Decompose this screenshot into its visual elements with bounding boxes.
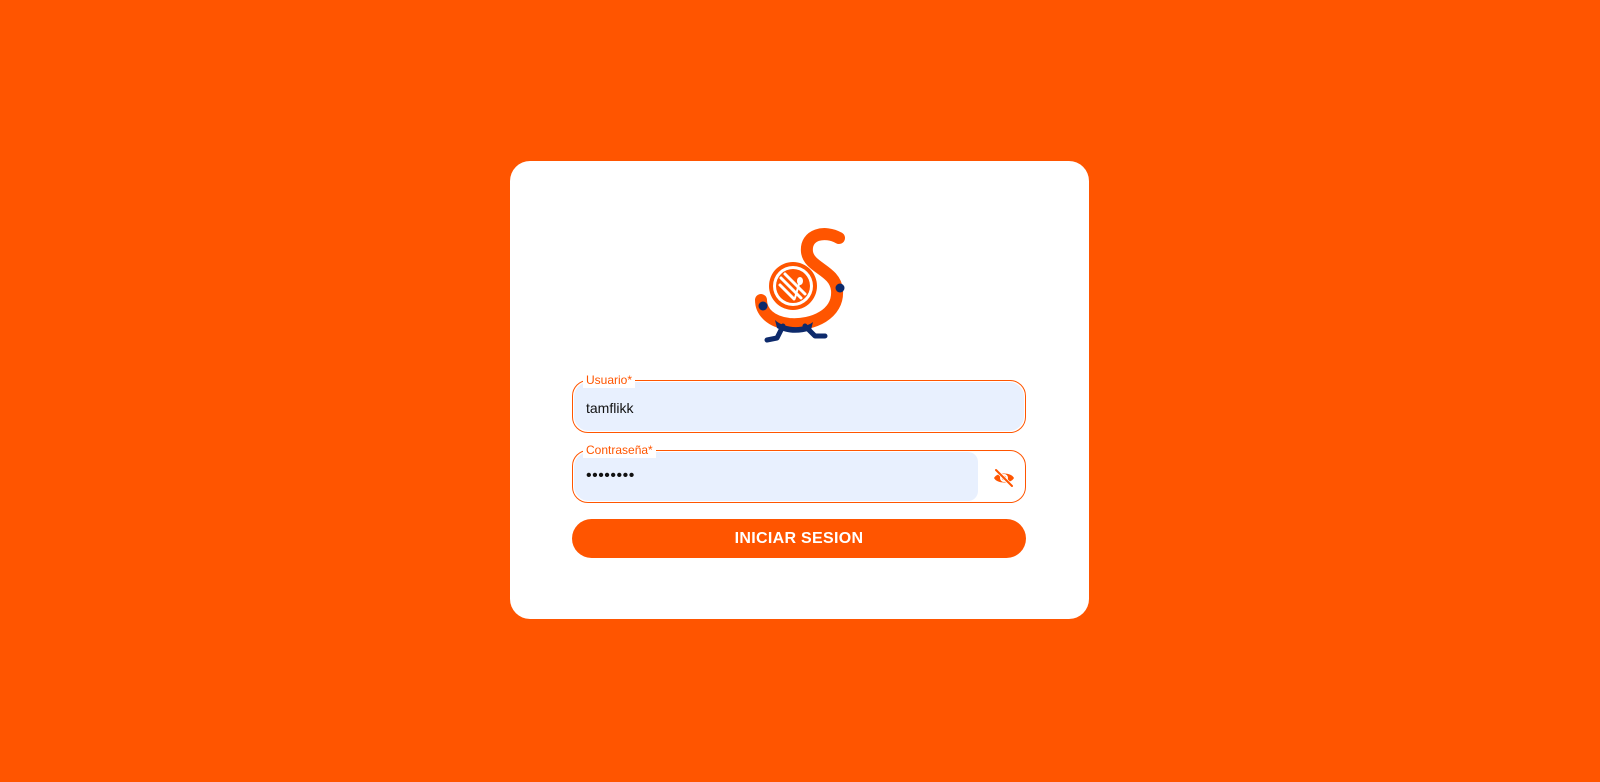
mascot-logo [753, 228, 851, 350]
username-input[interactable]: tamflikk [586, 399, 633, 417]
username-field[interactable]: Usuario* tamflikk [572, 372, 1026, 433]
password-label: Contraseña* [583, 442, 656, 458]
username-field-fill [574, 382, 1024, 431]
login-button[interactable]: INICIAR SESION [572, 519, 1026, 558]
password-field[interactable]: Contraseña* •••••••• [572, 442, 1026, 503]
eye-off-icon[interactable] [992, 466, 1016, 490]
login-card: Usuario* tamflikk Contraseña* •••••••• I… [510, 161, 1089, 619]
username-label: Usuario* [583, 372, 636, 388]
password-input[interactable]: •••••••• [586, 467, 635, 485]
